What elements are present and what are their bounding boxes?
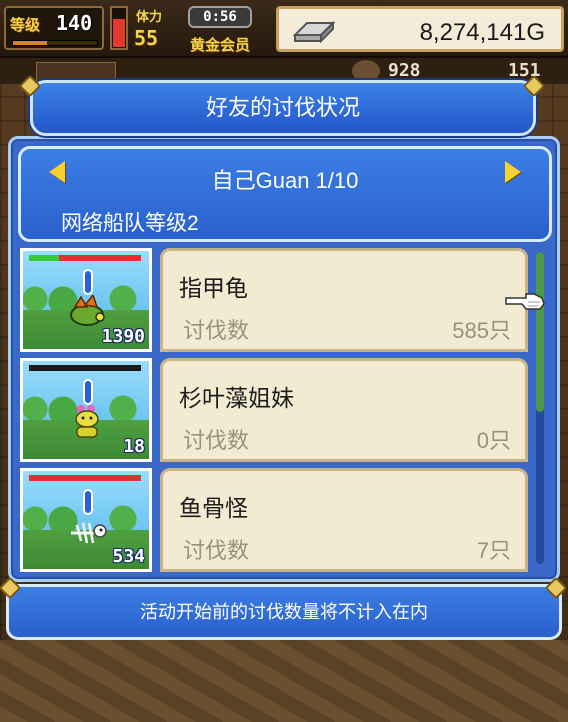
seaweed-sprite-icon	[75, 405, 99, 438]
title-banner: 好友的讨伐状况	[30, 80, 536, 136]
footer-note-panel: 活动开始前的讨伐数量将不计入在内	[6, 584, 562, 640]
defeat-label: 讨伐数	[183, 538, 250, 563]
exp-fill	[13, 41, 47, 45]
status-tab	[36, 62, 116, 82]
player-header: 自己Guan 1/10 网络船队等级2	[18, 146, 552, 242]
gold-amount: 8,274,141G	[419, 19, 545, 46]
monster-name: 杉叶藻姐妹	[179, 385, 294, 411]
monster-card[interactable]: 杉叶藻姐妹 讨伐数 0只	[160, 358, 528, 462]
monster-name: 鱼骨怪	[179, 495, 248, 521]
silver-bar-icon	[293, 20, 335, 43]
scrollbar-thumb[interactable]	[536, 252, 544, 412]
stat-a: 928	[388, 60, 421, 81]
timer: 0:56	[188, 6, 252, 28]
footer-note: 活动开始前的讨伐数量将不计入在内	[140, 602, 428, 622]
defeat-count: 585只	[452, 318, 511, 343]
hp-bar	[29, 475, 141, 481]
battle-count: 534	[112, 546, 145, 567]
triangle-right-icon[interactable]	[505, 161, 521, 183]
hp-remaining	[29, 255, 60, 261]
list-item[interactable]: 18 杉叶藻姐妹 讨伐数 0只	[18, 358, 528, 462]
turtle-sprite-icon	[70, 295, 105, 326]
exp-bar	[12, 40, 98, 46]
hp-bar	[29, 365, 141, 371]
stamina-panel: 体力 55	[132, 4, 178, 52]
fleet-level: 网络船队等级2	[61, 212, 199, 235]
monster-card[interactable]: 鱼骨怪 讨伐数 7只	[160, 468, 528, 572]
defeat-label: 讨伐数	[183, 428, 250, 453]
exclamation-icon	[83, 489, 93, 515]
monster-card[interactable]: 指甲龟 讨伐数 585只	[160, 248, 528, 352]
list-item[interactable]: 534 鱼骨怪 讨伐数 7只	[18, 468, 528, 572]
hp-fill	[29, 475, 141, 481]
battle-count: 1390	[101, 326, 145, 347]
monster-thumbnail: 18	[20, 358, 152, 462]
stamina-gauge	[110, 6, 128, 50]
dialog-title: 好友的讨伐状况	[205, 95, 360, 120]
floor-tiles	[0, 640, 568, 722]
defeat-count: 0只	[476, 428, 511, 453]
battle-count: 18	[123, 436, 145, 457]
stamina-label: 体力	[136, 10, 163, 25]
monster-name: 指甲龟	[179, 275, 248, 301]
exclamation-icon	[83, 379, 93, 405]
top-hud: 等级 140 体力 55 0:56 黄金会员 8,274,141G	[0, 0, 568, 58]
membership-badge: 黄金会员	[190, 36, 251, 54]
player-page: 自己Guan 1/10	[211, 168, 359, 193]
pointing-hand-icon	[505, 293, 545, 310]
defeat-count: 7只	[476, 538, 511, 563]
monster-thumbnail: 534	[20, 468, 152, 572]
stamina-value: 55	[134, 26, 159, 50]
monster-list: 1390 指甲龟 讨伐数 585只 18 杉叶藻姐妹 讨伐数 0只 534 鱼骨…	[18, 248, 528, 572]
gold-panel: 8,274,141G	[276, 6, 564, 52]
level-panel: 等级 140	[4, 6, 104, 50]
hp-bar	[29, 255, 141, 261]
level-label: 等级	[10, 16, 41, 34]
stamina-fill	[113, 19, 125, 47]
fishbone-sprite-icon	[71, 522, 107, 544]
monster-thumbnail: 1390	[20, 248, 152, 352]
exclamation-icon	[83, 269, 93, 295]
level-value: 140	[56, 11, 93, 35]
list-item[interactable]: 1390 指甲龟 讨伐数 585只	[18, 248, 528, 352]
defeat-label: 讨伐数	[183, 318, 250, 343]
stat-icon	[352, 60, 380, 82]
